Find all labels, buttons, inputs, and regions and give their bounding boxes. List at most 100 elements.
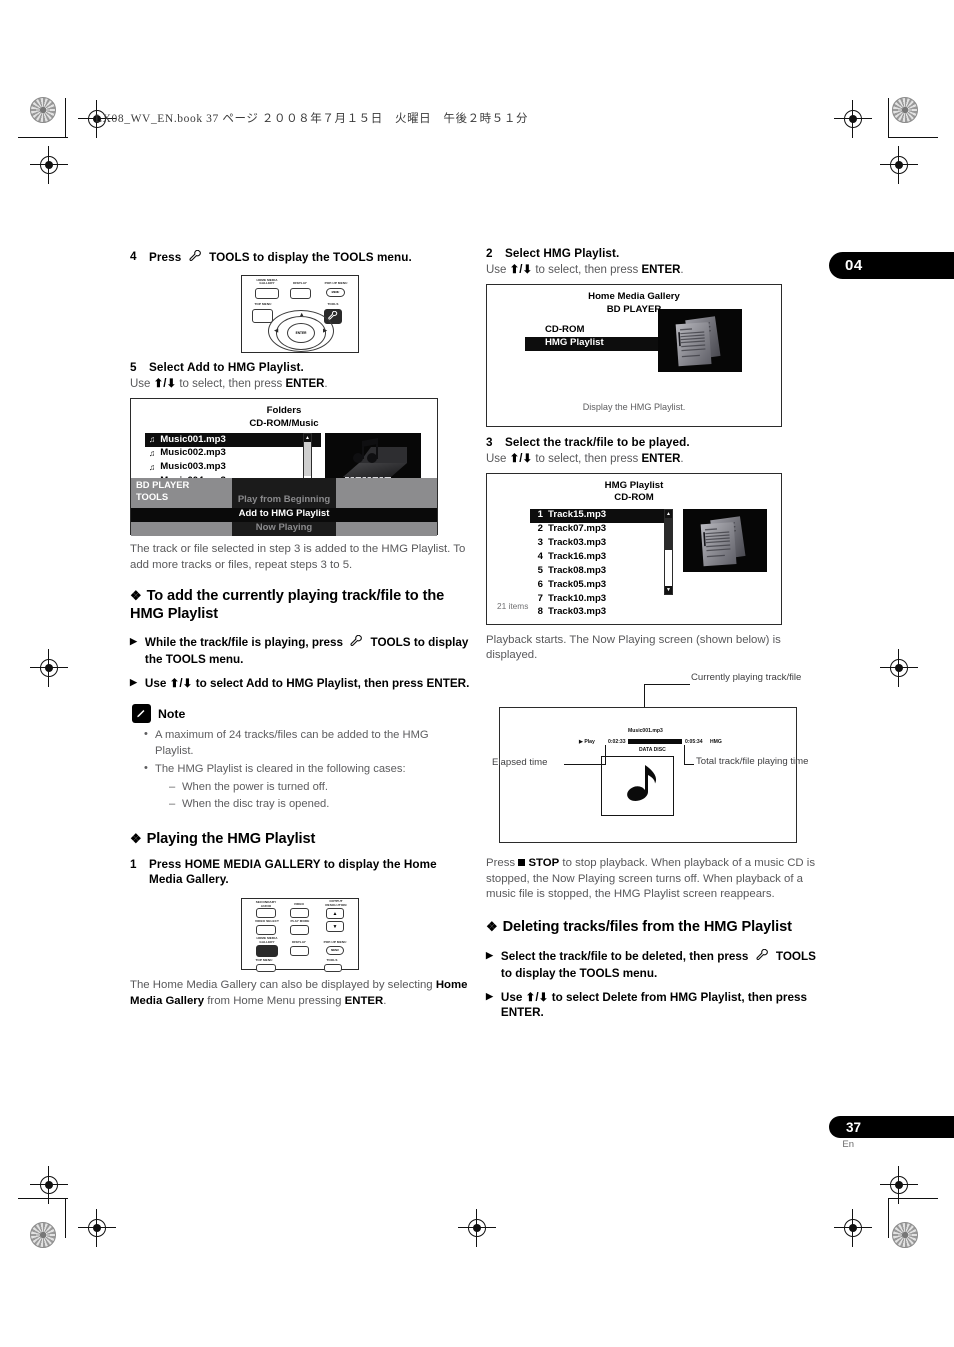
np-play-indicator: ▶ Play	[579, 739, 595, 746]
step-3-sub-end: .	[680, 452, 684, 465]
remote2-btn-display[interactable]	[290, 946, 309, 957]
remote2-btn-video[interactable]	[290, 908, 309, 919]
remote2-btn-video-select[interactable]	[256, 925, 276, 936]
np-progress-bar[interactable]	[628, 739, 682, 745]
left-column: 4 Press TOOLS to display the TOOLS menu.…	[130, 249, 470, 1010]
playlist-documents-thumbnail-icon	[658, 308, 742, 372]
bullet-use-delete-text: Use ⬆/⬇ to select Delete from HMG Playli…	[501, 990, 826, 1020]
eighth-note-icon	[626, 765, 656, 802]
leader-line-elapsed-v	[605, 745, 607, 766]
tools-menu-label: Play from Beginning	[237, 493, 331, 505]
tools-menu-item-now-playing[interactable]: Now Playing	[131, 522, 437, 533]
remote2-btn-play-mode[interactable]	[290, 925, 309, 936]
crop-crosshair-bottom-left	[78, 1209, 116, 1247]
step-2-sub-end: .	[680, 263, 684, 276]
table-row[interactable]: 5 Track08.mp3	[530, 564, 664, 578]
osd-folders-title: Folders	[266, 404, 302, 416]
step-3-sub-enter: ENTER	[641, 452, 681, 465]
scrollbar-thumb[interactable]	[304, 442, 311, 477]
table-row[interactable]: 2 Track07.mp3	[530, 523, 664, 537]
bullet-use-select-text: Use ⬆/⬇ to select Add to HMG Playlist, t…	[145, 676, 470, 691]
remote1-btn-home-media-gallery[interactable]	[255, 287, 279, 299]
crop-rule-tr-h	[888, 137, 938, 139]
table-row[interactable]: 6 Track05.mp3	[530, 578, 664, 592]
remote2-btn-resolution-up[interactable]: ▲	[326, 908, 344, 920]
row-index: 5	[537, 564, 543, 576]
remote2-label-video-select: VIDEO SELECT	[255, 919, 279, 924]
page-language-label: En	[842, 1139, 854, 1150]
remote2-btn-resolution-down[interactable]: ▼	[326, 921, 344, 933]
now-playing-figure: Currently playing track/file ▶ Play 0:02…	[486, 672, 826, 852]
scroll-up-arrow-icon[interactable]: ▲	[304, 434, 311, 443]
remote2-label-tools: TOOLS	[326, 958, 338, 963]
osd-playlist-thumbnail	[683, 508, 767, 572]
bullet-use-keys: ⬆/⬇	[169, 677, 193, 691]
np-elapsed-time: 0:02:33	[608, 739, 626, 746]
np-play-label: Play	[584, 739, 595, 746]
scroll-down-arrow-icon[interactable]: ▼	[665, 585, 672, 594]
list-item-label: Music001.mp3	[160, 433, 226, 445]
list-item-label: Music003.mp3	[160, 461, 226, 473]
table-row[interactable]: 3 Track03.mp3	[530, 537, 664, 551]
registration-mark-top-left	[30, 97, 56, 123]
osd-playlist-scrollbar[interactable]: ▲ ▼	[664, 508, 673, 595]
note-title: Note	[158, 706, 186, 721]
remote2-btn-tools[interactable]	[324, 964, 342, 973]
step-3-sub-prefix: Use	[486, 452, 510, 465]
step-2-number: 2	[486, 247, 493, 260]
crop-rule-tl-h	[18, 137, 68, 139]
step-2-sub-mid: to select, then press	[532, 263, 642, 276]
table-row[interactable]: 7 Track10.mp3	[530, 592, 664, 606]
step-4: 4 Press TOOLS to display the TOOLS menu.	[130, 249, 470, 268]
bullet-use-delete-prefix: Use	[500, 991, 526, 1005]
remote2-label-top-menu: TOP MENU	[255, 958, 273, 963]
overlay-source-line1: BD PLAYER	[136, 478, 190, 490]
crop-rule-tl-v	[65, 98, 67, 138]
row-index: 6	[537, 578, 543, 590]
remote2-btn-top-menu[interactable]	[256, 964, 276, 973]
note-sublist: When the power is turned off. When the d…	[169, 779, 470, 813]
osd-hmg-title: Home Media Gallery	[588, 290, 680, 302]
table-row[interactable]: 4 Track16.mp3	[530, 551, 664, 565]
diamond-bullet-icon: ❖	[486, 918, 498, 934]
osd-playlist-list[interactable]: 1 Track15.mp3 2 Track07.mp3 3 Track03.mp3 4…	[530, 508, 664, 620]
list-item[interactable]: ♫ Music001.mp3	[145, 433, 321, 447]
table-row[interactable]: 1 Track15.mp3	[530, 508, 664, 523]
osd-hmg-caption: Display the HMG Playlist.	[582, 401, 686, 412]
osd-folders-subtitle: CD-ROM/Music	[249, 417, 319, 429]
section-heading-add-currently-playing: ❖ To add the currently playing track/file…	[130, 588, 470, 624]
step-2-sub-prefix: Use	[486, 263, 510, 276]
remote1-btn-display[interactable]	[290, 287, 311, 299]
scrollbar-thumb[interactable]	[665, 517, 672, 550]
stop-text-prefix: Press	[486, 857, 519, 870]
playlist-documents-thumbnail-icon	[683, 508, 767, 572]
dpad-enter-button[interactable]: ENTER	[287, 322, 315, 343]
osd-playlist-title: HMG Playlist	[604, 479, 664, 491]
osd-folders-screen: Folders CD-ROM/Music ♫ Music001.mp3 ♫ Musi…	[130, 397, 438, 536]
list-item[interactable]: ♫ Music003.mp3	[145, 461, 321, 475]
remote1-dpad[interactable]: ENTER ▲ ◀ ▶	[268, 309, 334, 352]
tools-menu-item-play-from-beginning[interactable]: Play from Beginning	[131, 494, 437, 505]
leader-line-elapsed-h	[564, 764, 606, 766]
osd-playlist-subtitle: CD-ROM	[614, 492, 654, 504]
remote2-btn-home-media-gallery[interactable]	[256, 945, 278, 958]
annot-currently-playing: Currently playing track/file	[691, 672, 802, 684]
registration-mark-bottom-left	[30, 1222, 56, 1248]
bullet-select-to-delete: ▶ Select the track/file to be deleted, t…	[486, 948, 826, 981]
tools-menu-item-add-to-hmg-playlist[interactable]: Add to HMG Playlist	[131, 508, 437, 519]
step-2-sub-keys: ⬆/⬇	[509, 263, 533, 276]
remote2-btn-secondary-audio[interactable]	[256, 908, 276, 919]
note-subitem: When the disc tray is opened.	[169, 796, 470, 813]
crop-crosshair-bottom-center	[458, 1209, 496, 1247]
annot-elapsed-time: Elapsed time	[492, 757, 548, 769]
scroll-up-arrow-icon[interactable]: ▲	[665, 509, 672, 518]
remote2-btn-popup-menu[interactable]: MENU	[326, 946, 344, 956]
list-item-label: CD-ROM	[545, 323, 585, 335]
row-label: Track10.mp3	[548, 592, 607, 604]
table-row[interactable]: 8 Track03.mp3	[530, 606, 664, 620]
remote1-btn-popup-menu[interactable]: MENU	[326, 287, 345, 297]
diamond-bullet-icon: ❖	[130, 830, 142, 846]
list-item[interactable]: ♫ Music002.mp3	[145, 447, 321, 461]
osd-home-media-gallery-screen: Home Media Gallery BD PLAYER CD-ROM HMG …	[486, 283, 782, 427]
remote-illustration-2-wrap: SECONDARY AUDIO VIDEO OUTPUT RESOLUTION ▲ …	[130, 898, 470, 973]
